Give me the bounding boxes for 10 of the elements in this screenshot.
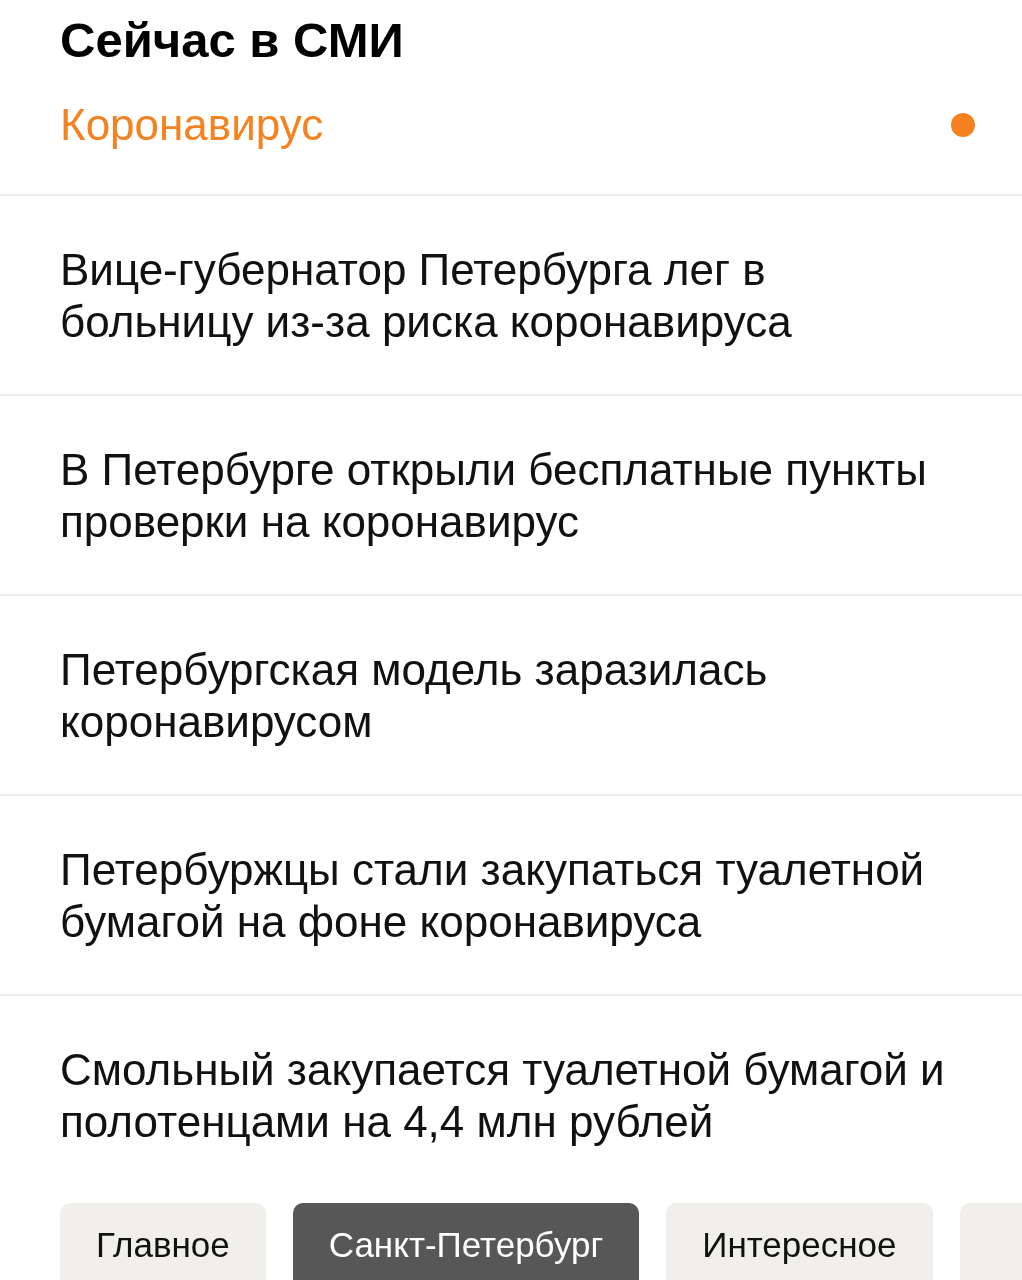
news-headline-link[interactable]: Вице-губернатор Петербурга лег в больницу из-за риска коронавируса xyxy=(60,244,962,348)
status-dot-icon xyxy=(951,113,975,137)
category-tab[interactable]: Интересное xyxy=(666,1203,933,1280)
category-tab[interactable]: Санкт-Петербург xyxy=(292,1203,640,1280)
section-title: Сейчас в СМИ xyxy=(59,12,405,69)
news-headline-link[interactable]: Смольный закупается туалетной бумагой и полотенцами на 4,4 млн рублей xyxy=(60,1044,962,1148)
category-tab[interactable]: Главное xyxy=(60,1203,266,1280)
news-headline-link[interactable]: В Петербурге открыли бесплатные пункты проверки на коронавирус xyxy=(60,444,962,548)
news-headline-link[interactable]: Петербургская модель заразилась коронавирусом xyxy=(60,644,962,748)
news-headline-link[interactable]: Петербуржцы стали закупаться туалетной бумагой на фоне коронавируса xyxy=(60,844,962,948)
